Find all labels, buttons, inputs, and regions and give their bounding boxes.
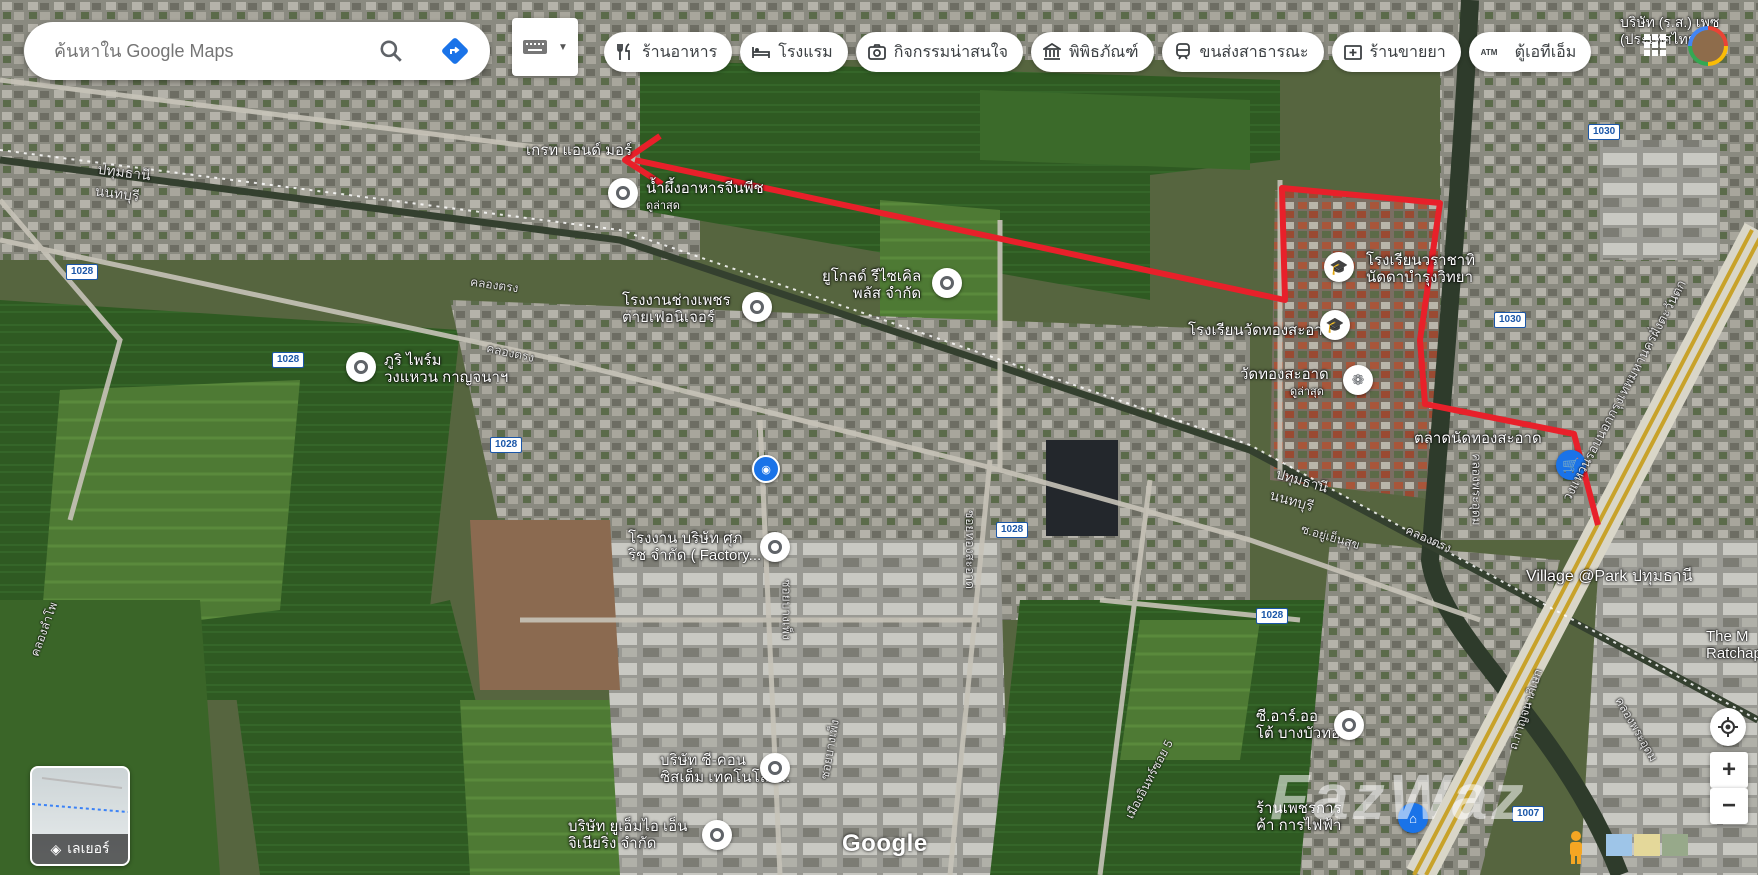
satellite-thumbnail[interactable]: [1662, 834, 1688, 856]
input-tools-button[interactable]: ▼: [512, 18, 578, 76]
account-avatar[interactable]: [1688, 26, 1728, 66]
search-input[interactable]: [52, 39, 386, 63]
place-pin-ugold[interactable]: [932, 268, 962, 298]
place-pin-cr-auto[interactable]: [1334, 710, 1364, 740]
chevron-down-icon[interactable]: ▼: [558, 42, 568, 53]
atm-icon: ATM: [1480, 47, 1498, 57]
place-sublabel-latest: ดูล่าสุด: [646, 200, 680, 212]
road-shield: 1028: [66, 264, 99, 280]
school-pin-rajathip[interactable]: 🎓: [1324, 252, 1354, 282]
road-shield: 1028: [1256, 608, 1289, 624]
place-label-wat[interactable]: วัดทองสะอาด: [1240, 366, 1329, 383]
imagery-thumbnails[interactable]: [1606, 834, 1688, 856]
place-label-factory[interactable]: โรงงาน บริษัท ศุภ ริช จำกัด ( Factory...: [628, 530, 761, 564]
place-pin-ccon[interactable]: [760, 753, 790, 783]
chip-label: กิจกรรมน่าสนใจ: [893, 43, 1008, 61]
chip-transit[interactable]: ขนส่งสาธารณะ: [1161, 32, 1324, 72]
road-shield: 1030: [1494, 312, 1527, 328]
train-icon: [1174, 43, 1192, 61]
camera-icon: [867, 43, 886, 61]
area-label-pathum-nonthaburi-1: ปทุมธานี นนทบุรี: [94, 160, 152, 205]
road-shield: 1028: [490, 437, 523, 453]
school-pin-wat[interactable]: 🎓: [1320, 310, 1350, 340]
place-label-market[interactable]: ตลาดนัดทองสะอาด: [1414, 430, 1542, 447]
temple-pin-wat[interactable]: ❁: [1343, 365, 1373, 395]
crosshair-icon: [1718, 717, 1738, 737]
search-icon[interactable]: [378, 38, 404, 64]
bed-icon: [752, 43, 771, 61]
place-label-ym[interactable]: บริษัท ยูเอ็มไอ เอ็น จิเนียริ่ง จำกัด: [568, 818, 687, 852]
directions-icon[interactable]: [440, 36, 470, 66]
google-logo: Google: [842, 830, 928, 857]
road-label-soi-thongsaard: ซอยทองสะอาด: [962, 510, 977, 589]
road-shield: 1028: [996, 522, 1029, 538]
search-box[interactable]: [24, 22, 490, 80]
current-location-pin[interactable]: ◉: [752, 455, 780, 483]
place-sublabel-wat-latest: ดูล่าสุด: [1290, 386, 1324, 398]
layers-button[interactable]: ◈ เลเยอร์: [30, 766, 130, 866]
road-shield: 1030: [1588, 124, 1621, 140]
chip-label: ตู้เอทีเอ็ม: [1514, 43, 1577, 61]
apps-grid-icon[interactable]: [1644, 34, 1666, 56]
place-label-village[interactable]: Village @Park ปทุมธานี: [1526, 568, 1693, 585]
road-label-soi-bangpheng: ซอยบางเพ็ง: [779, 579, 794, 640]
place-label-the-m[interactable]: The M Ratchapl: [1706, 628, 1758, 662]
place-label-school-rajathip[interactable]: โรงเรียนวราชาทิ นัดดาบำรุงวิทยา: [1366, 252, 1475, 286]
terrain-thumbnail[interactable]: [1634, 834, 1660, 856]
chip-label: ร้านอาหาร: [642, 43, 718, 61]
place-pin-phuri[interactable]: [346, 352, 376, 382]
chip-label: ร้านขายยา: [1369, 43, 1446, 61]
chip-restaurants[interactable]: ร้านอาหาร: [604, 32, 733, 72]
pegman-icon[interactable]: [1566, 830, 1586, 866]
place-pin-factory[interactable]: [760, 532, 790, 562]
chip-label: ขนส่งสาธารณะ: [1199, 43, 1309, 61]
layers-thumbnail: [32, 777, 128, 813]
fazwaz-watermark: FazWaz: [1270, 761, 1528, 833]
place-label-ugold[interactable]: ยูโกลด์ รีไซเคิล พลัส จำกัด: [822, 268, 921, 302]
road-shield: 1028: [272, 352, 305, 368]
chip-museums[interactable]: พิพิธภัณฑ์: [1030, 32, 1154, 72]
chip-label: โรงแรม: [778, 43, 833, 61]
my-location-button[interactable]: [1710, 708, 1746, 746]
layers-icon: ◈: [50, 840, 62, 857]
pharmacy-icon: [1343, 43, 1362, 61]
place-pin-ym[interactable]: [702, 820, 732, 850]
place-pin-rongngan-changpet[interactable]: [742, 292, 772, 322]
place-label-grade-and-more[interactable]: เกรท แอนด์ มอร์: [526, 142, 632, 159]
fork-knife-icon: [616, 43, 634, 61]
place-label-school-wat[interactable]: โรงเรียนวัดทองสะอาด: [1188, 322, 1332, 339]
chip-things-to-do[interactable]: กิจกรรมน่าสนใจ: [855, 32, 1023, 72]
chip-hotels[interactable]: โรงแรม: [740, 32, 848, 72]
place-label-rongngan-changpet[interactable]: โรงงานช่างเพชร ต่ายเฟอนิเจอร์: [622, 292, 731, 326]
zoom-out-button[interactable]: −: [1710, 788, 1748, 824]
map-thumbnail[interactable]: [1606, 834, 1632, 856]
museum-icon: [1042, 43, 1061, 61]
place-pin-nampueng[interactable]: [608, 178, 638, 208]
road-label-khlong-phra-udom-1: คลองพระอุดม: [1469, 453, 1484, 526]
chip-pharmacies[interactable]: ร้านขายยา: [1331, 32, 1461, 72]
place-label-nampueng[interactable]: น้ำผึ้งอาหารจีนพีช: [646, 180, 764, 197]
chip-label: พิพิธภัณฑ์: [1068, 43, 1139, 61]
chip-atms[interactable]: ATM ตู้เอทีเอ็ม: [1468, 32, 1592, 72]
layers-label: เลเยอร์: [67, 840, 110, 856]
zoom-in-button[interactable]: +: [1710, 752, 1748, 788]
keyboard-icon: [523, 40, 547, 54]
